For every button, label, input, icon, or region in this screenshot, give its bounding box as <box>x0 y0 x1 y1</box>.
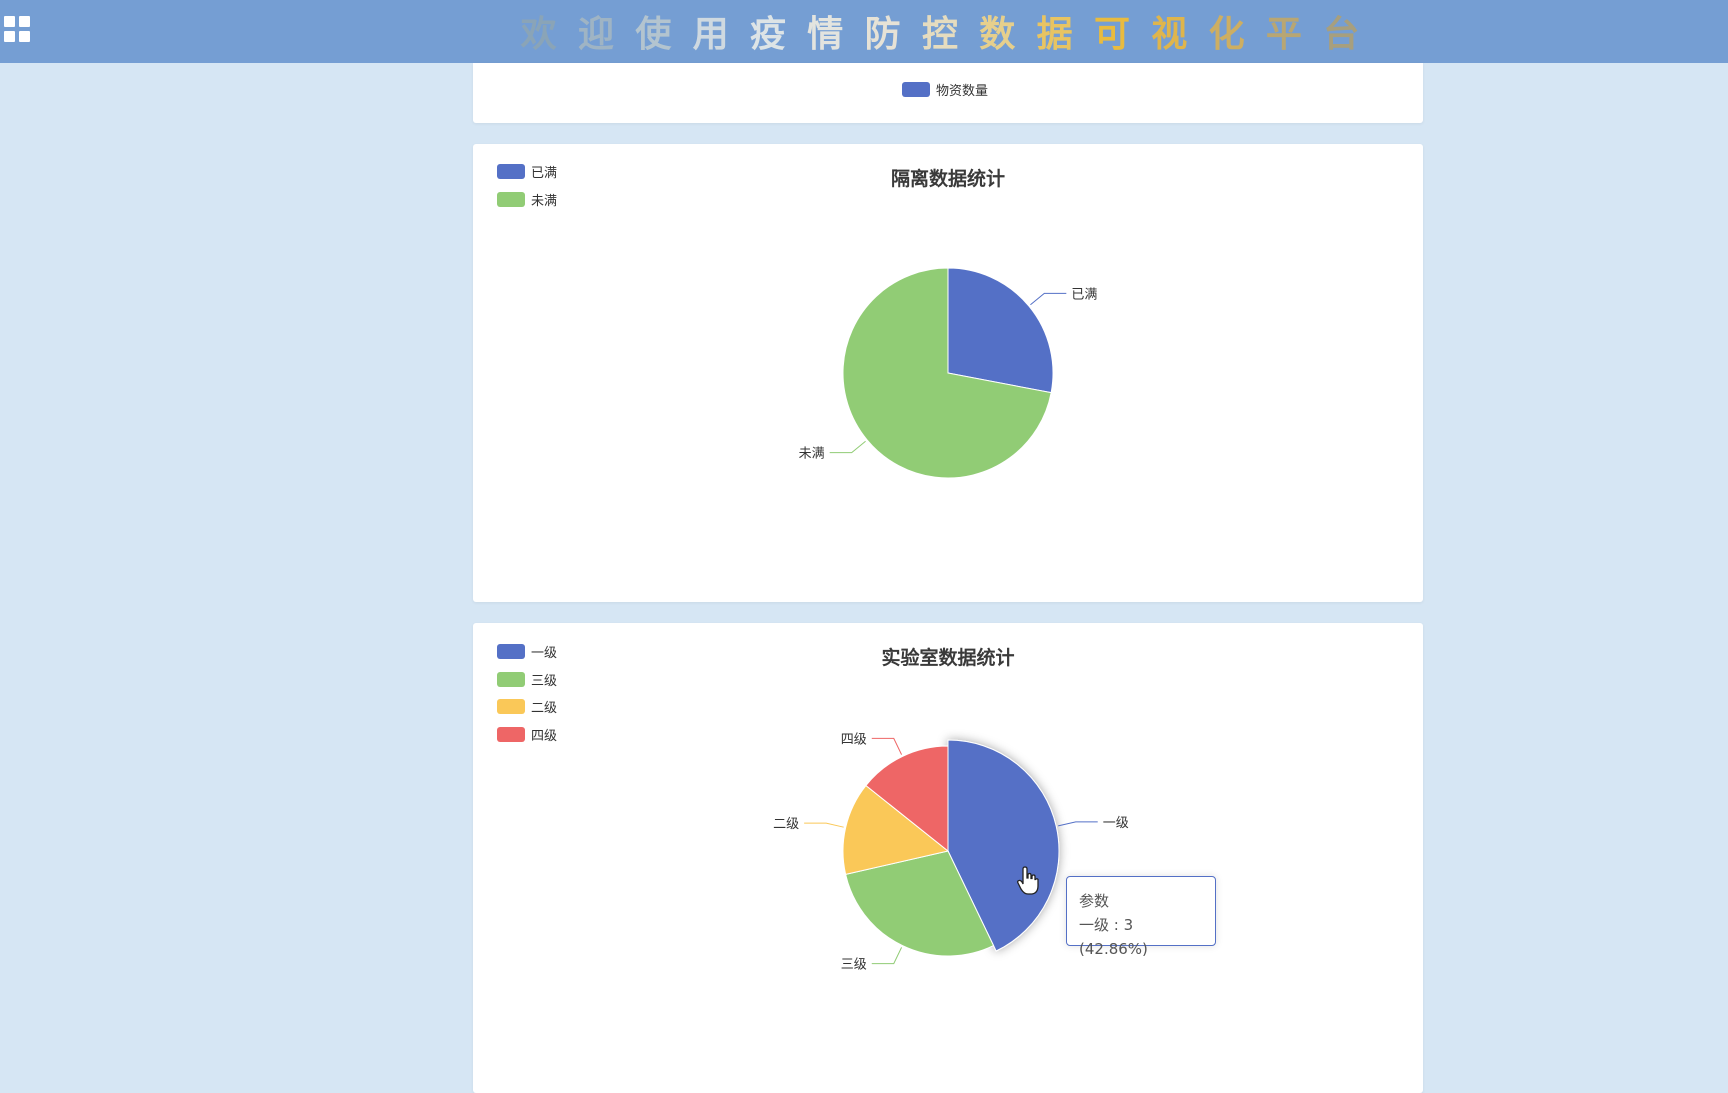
slice-label: 三级 <box>841 958 867 973</box>
pie-slice-已满[interactable] <box>947 267 1054 394</box>
slice-label: 已满 <box>1071 287 1097 302</box>
slice-label: 二级 <box>773 817 799 832</box>
tooltip-value: 一级 : 3 (42.86%) <box>1079 916 1148 958</box>
label-leader-line <box>829 440 866 454</box>
chart-tooltip: 参数 一级 : 3 (42.86%) <box>1066 876 1216 958</box>
label-leader-line <box>804 822 844 828</box>
hand-cursor-icon <box>1017 866 1039 895</box>
slice-label: 四级 <box>841 732 867 747</box>
pie-charts-canvas: 已满未满一级三级 二级 四级 <box>773 267 1129 973</box>
slice-label: 一级 <box>1103 816 1129 831</box>
label-leader-line <box>871 947 903 965</box>
slice-label: 未满 <box>799 447 825 462</box>
label-leader-line <box>871 737 903 755</box>
tooltip-title: 参数 <box>1079 892 1110 910</box>
label-leader-line <box>1058 821 1098 827</box>
label-leader-line <box>1030 292 1067 306</box>
